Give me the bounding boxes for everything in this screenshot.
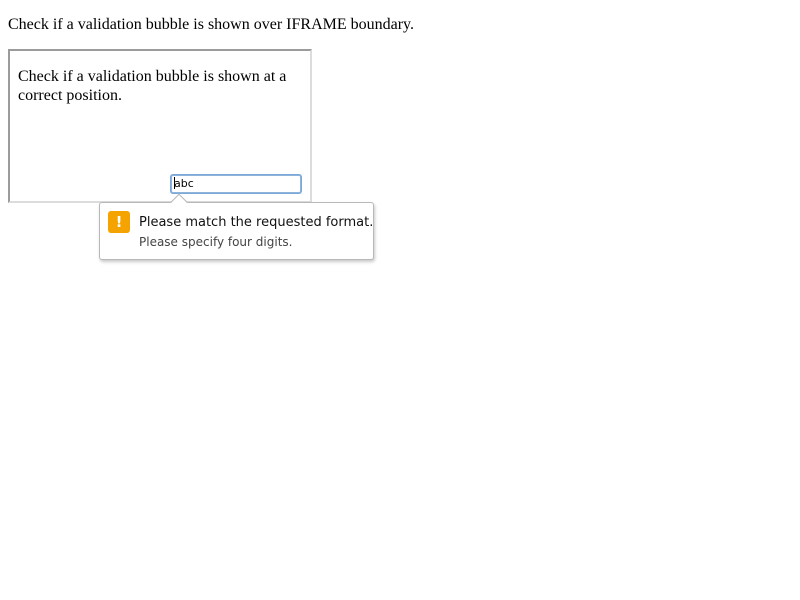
embedded-iframe: Check if a validation bubble is shown at… (8, 49, 312, 203)
iframe-description: Check if a validation bubble is shown at… (18, 68, 287, 104)
warning-icon: ! (108, 211, 130, 233)
pattern-text-input[interactable]: abc (171, 175, 301, 193)
page-heading: Check if a validation bubble is shown ov… (8, 16, 415, 33)
input-value: abc (174, 177, 194, 190)
validation-detail: Please specify four digits. (139, 235, 293, 249)
validation-bubble: ! Please match the requested format. Ple… (99, 193, 374, 260)
validation-message: Please match the requested format. (139, 215, 374, 230)
